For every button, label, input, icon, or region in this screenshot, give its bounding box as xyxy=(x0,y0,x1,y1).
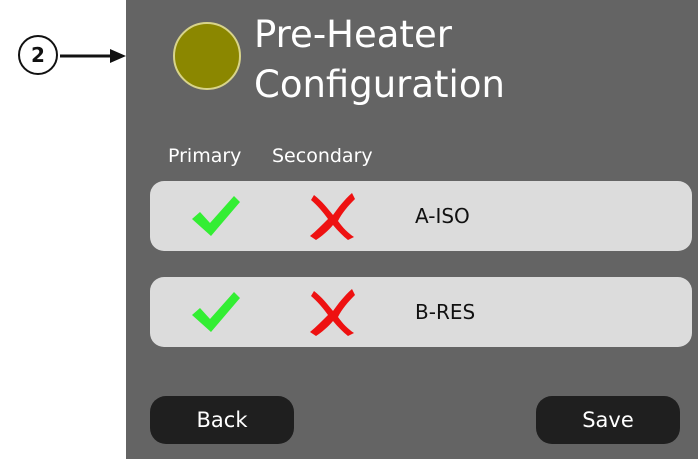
check-icon[interactable] xyxy=(190,289,242,335)
callout-number: 2 xyxy=(31,43,45,67)
page-title: Pre-Heater Configuration xyxy=(254,10,674,110)
title-line-2: Configuration xyxy=(254,63,505,106)
title-line-1: Pre-Heater xyxy=(254,13,452,56)
check-icon[interactable] xyxy=(190,193,242,239)
row-label: A-ISO xyxy=(415,204,470,228)
cross-icon[interactable] xyxy=(308,287,356,337)
save-button[interactable]: Save xyxy=(536,396,680,444)
preheater-config-screen: Pre-Heater Configuration Primary Seconda… xyxy=(126,0,698,459)
column-header-primary: Primary xyxy=(168,145,242,167)
status-indicator xyxy=(173,22,241,90)
callout-arrow-icon xyxy=(60,49,126,63)
callout-number-badge: 2 xyxy=(18,35,58,75)
row-label: B-RES xyxy=(415,300,476,324)
cross-icon[interactable] xyxy=(308,191,356,241)
heater-row-b-res[interactable]: B-RES xyxy=(150,277,692,347)
back-button[interactable]: Back xyxy=(150,396,294,444)
page: 2 Pre-Heater Configuration Primary Secon… xyxy=(0,0,698,459)
heater-row-a-iso[interactable]: A-ISO xyxy=(150,181,692,251)
column-header-secondary: Secondary xyxy=(272,145,373,167)
